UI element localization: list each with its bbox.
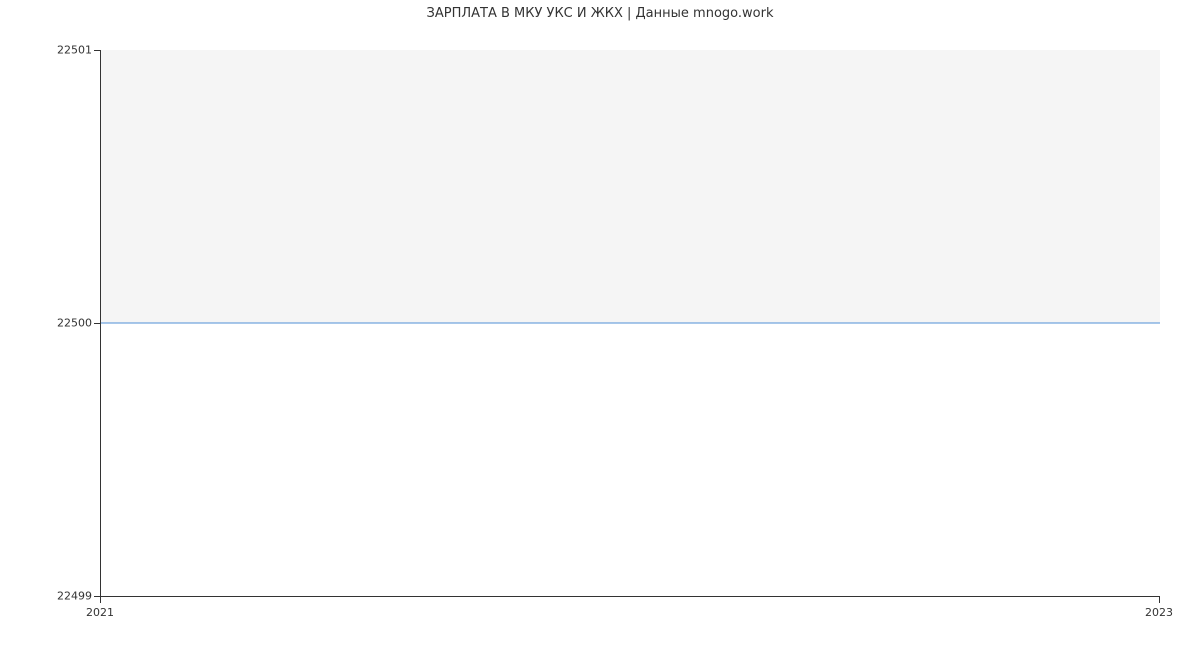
- x-tick: [100, 597, 101, 603]
- plot-area: [100, 50, 1160, 597]
- data-line: [101, 323, 1160, 324]
- y-tick: [94, 323, 100, 324]
- plot-lower-mask: [101, 323, 1160, 596]
- x-tick: [1159, 597, 1160, 603]
- chart-title: ЗАРПЛАТА В МКУ УКС И ЖКХ | Данные mnogo.…: [0, 6, 1200, 21]
- y-tick-label: 22500: [32, 317, 92, 330]
- x-tick-label: 2021: [86, 606, 114, 619]
- y-tick-label: 22501: [32, 44, 92, 57]
- line-chart: ЗАРПЛАТА В МКУ УКС И ЖКХ | Данные mnogo.…: [0, 0, 1200, 650]
- y-tick: [94, 50, 100, 51]
- x-tick-label: 2023: [1145, 606, 1173, 619]
- y-tick-label: 22499: [32, 590, 92, 603]
